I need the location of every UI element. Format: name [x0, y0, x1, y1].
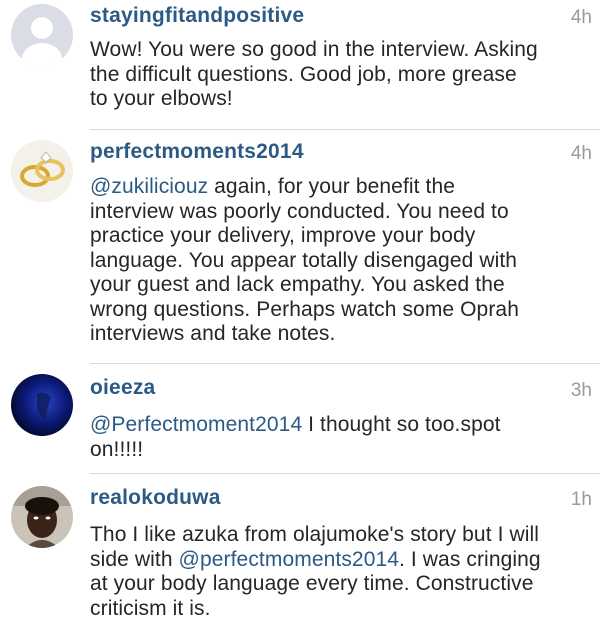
comment-text-line: your guest and lack empathy. You asked t…	[90, 273, 505, 296]
comment-text-fragment: side with	[90, 547, 179, 571]
comment-text-line: to your elbows!	[90, 87, 233, 110]
comment-text: @zukiliciouz again, for your benefit the…	[90, 175, 590, 347]
comment-text-line: practice your delivery, improve your bod…	[90, 224, 476, 247]
comment-text: Wow! You were so good in the interview. …	[90, 38, 590, 112]
comment-text-line: on!!!!!	[90, 437, 144, 461]
comment-username[interactable]: realokoduwa	[90, 486, 221, 510]
comment-text-line: criticism it is.	[90, 596, 211, 620]
comment-list: stayingfitandpositive 4h Wow! You were s…	[0, 0, 600, 634]
mention-link[interactable]: @Perfectmoment2014	[90, 413, 302, 436]
comment-timestamp: 4h	[570, 7, 592, 28]
comment-text-line: Tho I like azuka from olajumoke's story …	[90, 523, 540, 546]
comment-text-line: @Perfectmoment2014 I thought so too.spot	[90, 413, 590, 438]
dark-blue-avatar[interactable]	[11, 374, 73, 436]
comment-text: @Perfectmoment2014 I thought so too.spot…	[90, 413, 590, 462]
comment-text-line: wrong questions. Perhaps watch some Opra…	[90, 297, 519, 321]
comment-text-fragment: I thought so too.spot	[302, 413, 501, 436]
comment-username[interactable]: oieeza	[90, 376, 155, 400]
comment-text-line: the difficult questions. Good job, more …	[90, 62, 517, 86]
comment-text-line: language. You appear totally disengaged …	[90, 248, 518, 272]
comment-text: Tho I like azuka from olajumoke's story …	[90, 523, 590, 621]
mention-link[interactable]: @zukiliciouz	[90, 175, 208, 198]
comment-text-fragment: . I was cringing	[399, 547, 541, 571]
comment-item: perfectmoments2014 4h @zukiliciouz again…	[0, 130, 600, 364]
comment-text-line: at your body language every time. Constr…	[90, 572, 534, 595]
comment-item: oieeza 3h @Perfectmoment2014 I thought s…	[0, 364, 600, 474]
comment-timestamp: 1h	[570, 489, 592, 510]
wedding-rings-icon[interactable]	[11, 140, 73, 202]
default-avatar-icon[interactable]	[11, 4, 73, 66]
comment-text-fragment: again, for your benefit the	[208, 175, 456, 198]
comment-username[interactable]: stayingfitandpositive	[90, 4, 304, 28]
comment-text-line: Wow! You were so good in the interview. …	[90, 38, 538, 61]
comment-text-line: side with @perfectmoments2014. I was cri…	[90, 548, 590, 573]
comment-text-line: interviews and take notes.	[90, 322, 336, 345]
comment-username[interactable]: perfectmoments2014	[90, 140, 304, 164]
profile-photo[interactable]	[11, 486, 73, 548]
comment-item: stayingfitandpositive 4h Wow! You were s…	[0, 0, 600, 130]
comment-text-line: @zukiliciouz again, for your benefit the	[90, 175, 590, 200]
comment-item: realokoduwa 1h Tho I like azuka from ola…	[0, 474, 600, 634]
comment-timestamp: 4h	[570, 143, 592, 164]
mention-link[interactable]: @perfectmoments2014	[179, 548, 400, 571]
comment-text-line: interview was poorly conducted. You need…	[90, 199, 509, 223]
comment-timestamp: 3h	[570, 380, 592, 401]
